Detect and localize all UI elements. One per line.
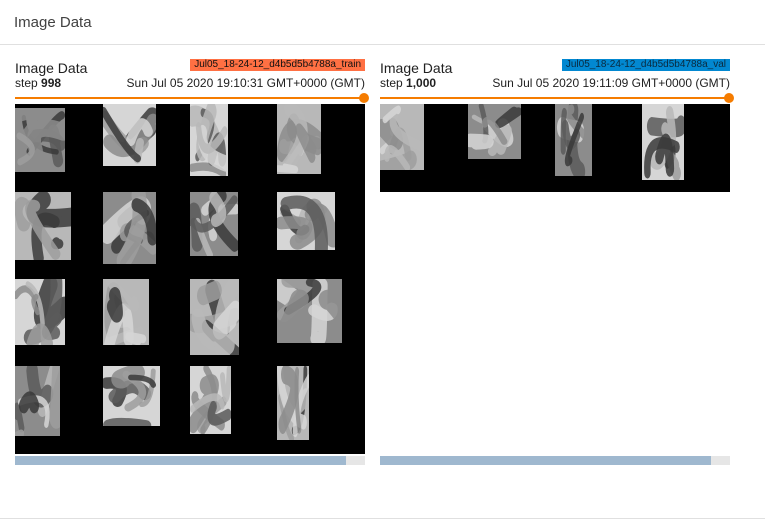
scroll-thumb[interactable] — [380, 456, 711, 465]
image-grid-train — [15, 104, 365, 454]
image-tile — [190, 366, 231, 434]
image-tile — [103, 279, 149, 345]
run-tag-train: Jul05_18-24-12_d4b5d5b4788a_train — [190, 59, 365, 71]
image-tile — [190, 192, 238, 256]
image-card-train: Jul05_18-24-12_d4b5d5b4788a_train Image … — [15, 46, 369, 466]
image-tile — [103, 366, 160, 426]
step-indicator-train: step 998 — [15, 76, 61, 90]
slider-thumb[interactable] — [724, 93, 734, 103]
image-tile — [380, 104, 424, 170]
image-tile — [103, 192, 156, 264]
image-tile — [277, 279, 342, 343]
section-title: Image Data — [14, 14, 92, 31]
card-title-val: Image Data — [380, 60, 453, 76]
bottom-divider — [0, 518, 765, 519]
run-tag-val: Jul05_18-24-12_d4b5d5b4788a_val — [561, 59, 730, 71]
image-tile — [190, 104, 228, 176]
image-tile — [15, 192, 71, 260]
slider-thumb[interactable] — [359, 93, 369, 103]
image-tile — [277, 104, 321, 174]
slider-track — [15, 97, 365, 99]
step-label: step — [380, 76, 403, 90]
timestamp-train: Sun Jul 05 2020 19:10:31 GMT+0000 (GMT) — [126, 76, 365, 90]
step-indicator-val: step 1,000 — [380, 76, 436, 90]
horizontal-scrollbar-train[interactable] — [15, 456, 365, 465]
step-value: 1,000 — [406, 76, 437, 90]
image-tile — [103, 104, 156, 166]
image-tile — [15, 108, 65, 172]
image-tile — [642, 104, 684, 180]
horizontal-scrollbar-val[interactable] — [380, 456, 730, 465]
image-tile — [15, 279, 65, 345]
image-tile — [468, 104, 521, 159]
image-tile — [15, 366, 60, 436]
image-tile — [555, 104, 592, 176]
timestamp-val: Sun Jul 05 2020 19:11:09 GMT+0000 (GMT) — [492, 76, 730, 90]
step-slider-val[interactable] — [380, 93, 734, 103]
image-tile — [277, 366, 309, 440]
image-grid-val — [380, 104, 730, 192]
scroll-thumb[interactable] — [15, 456, 346, 465]
step-label: step — [15, 76, 38, 90]
slider-track — [380, 97, 730, 99]
image-tile — [190, 279, 239, 355]
image-card-val: Jul05_18-24-12_d4b5d5b4788a_val Image Da… — [380, 46, 734, 466]
step-value: 998 — [41, 76, 62, 90]
image-tile — [277, 192, 335, 250]
section-header: Image Data — [0, 0, 765, 45]
step-slider-train[interactable] — [15, 93, 369, 103]
card-title-train: Image Data — [15, 60, 88, 76]
